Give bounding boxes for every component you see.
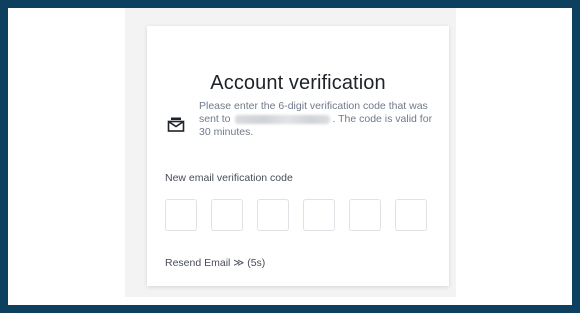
resend-countdown: (5s) xyxy=(247,257,266,269)
code-field-label: New email verification code xyxy=(165,172,293,184)
page-title: Account verification xyxy=(210,72,386,94)
email-envelope-icon xyxy=(167,115,185,133)
verification-card: Account verification Please enter the 6-… xyxy=(147,26,449,286)
code-digit-5[interactable] xyxy=(349,199,381,231)
code-digit-6[interactable] xyxy=(395,199,427,231)
code-digit-3[interactable] xyxy=(257,199,289,231)
code-digit-4[interactable] xyxy=(303,199,335,231)
code-digit-2[interactable] xyxy=(211,199,243,231)
masked-email xyxy=(235,114,331,124)
double-chevron-right-icon: ≫ xyxy=(233,257,245,269)
code-digit-1[interactable] xyxy=(165,199,197,231)
verification-message: Please enter the 6-digit verification co… xyxy=(199,100,435,139)
resend-label: Resend Email xyxy=(165,257,231,269)
resend-email-button[interactable]: Resend Email ≫ (5s) xyxy=(165,257,265,269)
